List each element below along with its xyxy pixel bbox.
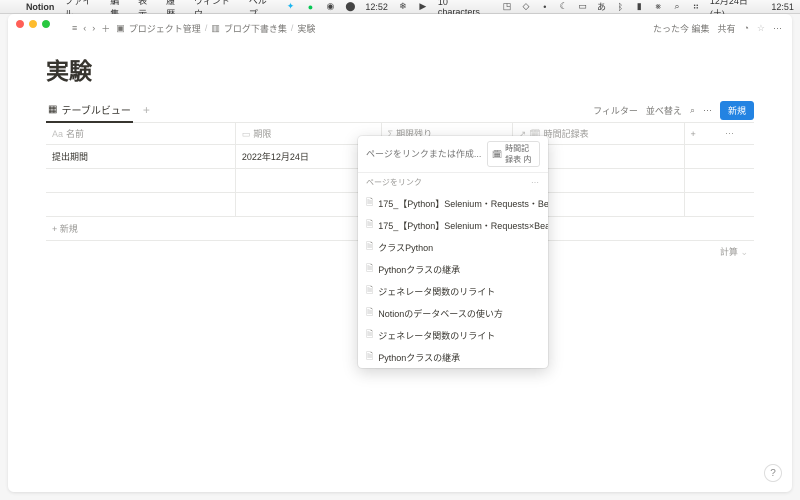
popup-link-item[interactable]: 🗎ジェネレータ関数のリライト xyxy=(358,280,548,302)
crumb-sep: / xyxy=(205,23,208,33)
crumb-sep: / xyxy=(291,23,294,33)
page-icon: 🗎 xyxy=(366,349,373,365)
popup-scope-tag[interactable]: 🗓時間記録表 内 xyxy=(487,141,540,167)
sort-button[interactable]: 並べ替え xyxy=(646,104,682,117)
cloud-icon[interactable]: ❄︎ xyxy=(398,2,408,12)
popup-section-header: ページをリンク⋯ xyxy=(358,172,548,192)
help-button[interactable]: ? xyxy=(764,464,782,482)
page-icon: 🗎 xyxy=(366,305,373,321)
diamond-icon[interactable]: ◇ xyxy=(521,2,531,12)
view-more-icon[interactable]: ⋯ xyxy=(703,105,712,116)
control-center-icon[interactable]: ⠶ xyxy=(691,2,701,12)
popup-search-row: 🗓時間記録表 内 xyxy=(358,136,548,172)
page-icon: 🗎 xyxy=(366,195,373,211)
page-title[interactable]: 実験 xyxy=(46,52,754,86)
menubar-clock[interactable]: 12:51 xyxy=(771,2,794,12)
crumb-1[interactable]: プロジェクト管理 xyxy=(129,22,201,35)
tab-label: テーブルビュー xyxy=(61,102,130,117)
more-icon[interactable]: ⋯ xyxy=(773,23,782,34)
popup-section-more-icon[interactable]: ⋯ xyxy=(531,178,540,187)
updates-icon[interactable]: ◔ xyxy=(743,23,748,33)
col-name[interactable]: Aa名前 xyxy=(46,123,235,145)
cam-icon[interactable]: ◉ xyxy=(325,2,335,12)
search-icon[interactable]: ⌕ xyxy=(672,2,682,12)
tab-table-view[interactable]: ▦ テーブルビュー xyxy=(46,98,133,123)
table-icon: ▦ xyxy=(48,104,57,115)
new-button[interactable]: 新規 xyxy=(720,101,754,120)
page-icon: 🗎 xyxy=(366,239,373,255)
nav-back-icon[interactable]: ‹ xyxy=(83,23,86,33)
status-icon: ✦ xyxy=(286,2,296,12)
apple-icon[interactable] xyxy=(6,2,16,12)
text-icon: Aa xyxy=(52,129,63,139)
battery-icon[interactable]: ▮ xyxy=(634,2,644,12)
calendar-icon: ▭ xyxy=(242,129,251,139)
new-page-icon[interactable]: ＋ xyxy=(101,22,110,35)
page-icon: 🗎 xyxy=(366,327,373,343)
cell-name[interactable]: 提出期間 xyxy=(46,145,235,169)
add-column-button[interactable]: + xyxy=(684,123,719,145)
display-icon[interactable]: ▭ xyxy=(578,2,588,12)
sidebar-toggle-icon[interactable]: ≡ xyxy=(72,23,77,33)
wifi-icon[interactable]: ⨳ xyxy=(653,2,663,12)
notion-topbar: ≡ ‹ › ＋ ▣ プロジェクト管理 / ▥ ブログ下書き集 / 実験 たった今… xyxy=(8,14,792,42)
last-edited: たった今 編集 xyxy=(653,22,710,35)
pause-icon[interactable]: ▶ xyxy=(418,2,428,12)
favorite-icon[interactable]: ☆ xyxy=(757,23,765,34)
add-view-button[interactable]: + xyxy=(141,101,152,119)
rec-icon: ⬤ xyxy=(345,2,355,12)
cell-name[interactable] xyxy=(46,169,235,193)
share-button[interactable]: 共有 xyxy=(717,22,735,35)
line-icon[interactable]: ● xyxy=(306,2,316,12)
minimize-icon[interactable] xyxy=(29,20,37,28)
app-name[interactable]: Notion xyxy=(26,2,55,12)
page-icon: 🗎 xyxy=(366,261,373,277)
crumb-icon-2: ▥ xyxy=(211,23,220,34)
view-tabs: ▦ テーブルビュー + フィルター 並べ替え ⌕ ⋯ 新規 xyxy=(46,98,754,123)
crumb-2[interactable]: ブログ下書き集 xyxy=(224,22,287,35)
crumb-icon-1: ▣ xyxy=(116,23,125,34)
popup-link-item[interactable]: 🗎Pythonクラスの継承 xyxy=(358,258,548,280)
page-icon: 🗎 xyxy=(366,217,373,233)
notion-window: ≡ ‹ › ＋ ▣ プロジェクト管理 / ▥ ブログ下書き集 / 実験 たった今… xyxy=(8,14,792,492)
popup-link-item[interactable]: 🗎175_【Python】Selenium・Requests・Beautiful… xyxy=(358,192,548,214)
popup-link-item[interactable]: 🗎クラスPython xyxy=(358,236,548,258)
popup-link-item[interactable]: 🗎ジェネレータ関数のリライト xyxy=(358,324,548,346)
popup-link-item[interactable]: 🗎175_【Python】Selenium・Requests×Beautiful… xyxy=(358,214,548,236)
close-icon[interactable] xyxy=(16,20,24,28)
page-content: 実験 ▦ テーブルビュー + フィルター 並べ替え ⌕ ⋯ 新規 Aa名前 ▭期… xyxy=(8,42,792,492)
relation-popup: 🗓時間記録表 内 ページをリンク⋯ 🗎175_【Python】Selenium・… xyxy=(358,136,548,368)
lang-icon[interactable]: あ xyxy=(597,2,607,12)
db-icon: 🗓 xyxy=(492,150,502,159)
zoom-icon[interactable] xyxy=(42,20,50,28)
bluetooth-icon[interactable]: ᛒ xyxy=(615,2,625,12)
window-controls xyxy=(8,14,58,34)
filter-button[interactable]: フィルター xyxy=(593,104,638,117)
clock-small: 12:52 xyxy=(365,2,388,12)
page-icon: 🗎 xyxy=(366,283,373,299)
col-more-icon[interactable]: ⋯ xyxy=(719,123,754,145)
breadcrumb: ▣ プロジェクト管理 / ▥ ブログ下書き集 / 実験 xyxy=(116,22,315,35)
macos-menubar: Notion ファイル 編集 表示 履歴 ウィンドウ ヘルプ ✦ ● ◉ ⬤ 1… xyxy=(0,0,800,14)
search-icon[interactable]: ⌕ xyxy=(690,105,695,116)
dot-icon[interactable]: • xyxy=(540,2,550,12)
nav-forward-icon[interactable]: › xyxy=(92,23,95,33)
popup-link-item[interactable]: 🗎Pythonクラスの継承 xyxy=(358,346,548,368)
tray-icon[interactable]: ◳ xyxy=(502,2,512,12)
crumb-3[interactable]: 実験 xyxy=(297,22,315,35)
popup-search-input[interactable] xyxy=(366,149,483,159)
moon-icon[interactable]: ☾ xyxy=(559,2,569,12)
cell-name[interactable] xyxy=(46,193,235,217)
popup-link-item[interactable]: 🗎Notionのデータベースの使い方 xyxy=(358,302,548,324)
